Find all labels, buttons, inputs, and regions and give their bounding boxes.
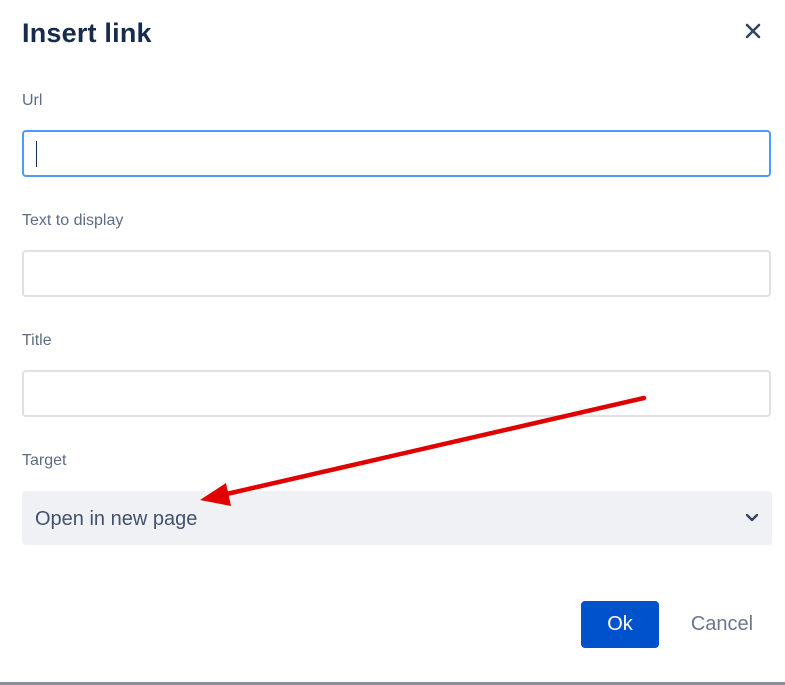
annotation-arrow <box>200 395 647 506</box>
text-to-display-input[interactable] <box>22 250 771 297</box>
cancel-button[interactable]: Cancel <box>682 601 762 648</box>
close-icon <box>745 23 761 39</box>
target-select[interactable]: Open in new page <box>22 491 772 545</box>
chevron-down-icon <box>745 513 759 522</box>
title-input[interactable] <box>22 370 771 417</box>
url-label: Url <box>22 92 43 109</box>
target-selected-value: Open in new page <box>35 508 198 530</box>
close-button[interactable] <box>740 18 766 44</box>
insert-link-dialog: Insert link Url Text to display Title Ta… <box>0 0 785 685</box>
url-input[interactable] <box>22 130 771 177</box>
title-label: Title <box>22 332 52 349</box>
text-to-display-label: Text to display <box>22 212 124 229</box>
ok-button[interactable]: Ok <box>581 601 659 648</box>
target-label: Target <box>22 452 67 469</box>
text-caret <box>36 141 37 167</box>
dialog-title: Insert link <box>22 18 152 48</box>
